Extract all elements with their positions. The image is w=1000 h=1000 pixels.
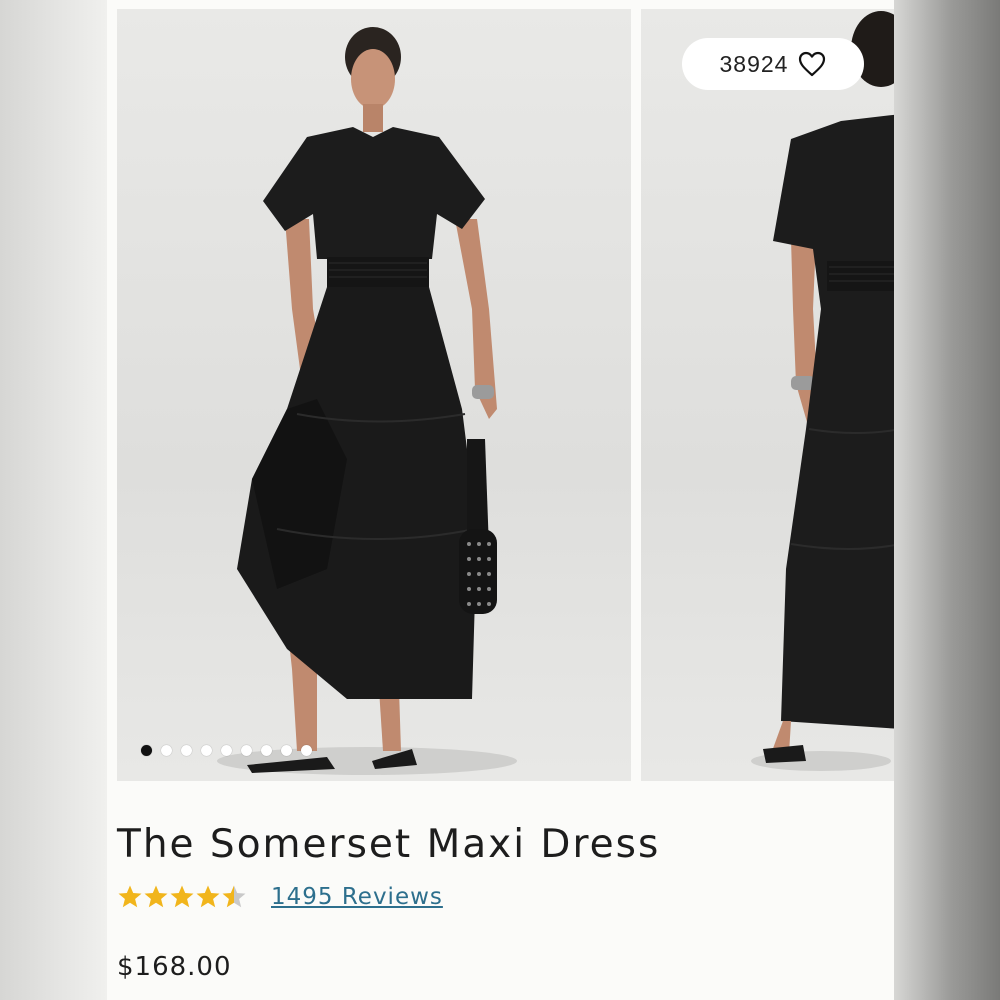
blurred-backdrop-left bbox=[0, 0, 107, 1000]
product-rating: 1495 Reviews bbox=[117, 884, 443, 910]
carousel-dot[interactable] bbox=[301, 745, 312, 756]
star-icon bbox=[118, 885, 142, 908]
model-front-illustration bbox=[217, 27, 517, 775]
product-page: 38924 The Somerset Maxi Dress 1495 Revie… bbox=[107, 0, 894, 1000]
carousel-dot[interactable] bbox=[181, 745, 192, 756]
model-back-illustration bbox=[751, 11, 894, 771]
star-icon bbox=[170, 885, 194, 908]
favorite-count: 38924 bbox=[719, 50, 789, 77]
star-icon bbox=[196, 885, 220, 908]
product-image-front[interactable] bbox=[117, 9, 631, 781]
star-icon bbox=[144, 885, 168, 908]
favorite-button[interactable]: 38924 bbox=[682, 38, 864, 90]
product-image-carousel[interactable]: 38924 bbox=[107, 0, 894, 782]
carousel-pagination[interactable] bbox=[141, 745, 312, 756]
product-image-back[interactable] bbox=[641, 9, 894, 781]
carousel-dot[interactable] bbox=[261, 745, 272, 756]
carousel-dot[interactable] bbox=[221, 745, 232, 756]
reviews-link[interactable]: 1495 Reviews bbox=[271, 884, 443, 910]
product-title: The Somerset Maxi Dress bbox=[117, 822, 661, 867]
heart-outline-icon bbox=[799, 51, 826, 77]
carousel-dot[interactable] bbox=[241, 745, 252, 756]
carousel-dot[interactable] bbox=[281, 745, 292, 756]
carousel-dot[interactable] bbox=[161, 745, 172, 756]
blurred-backdrop-right bbox=[892, 0, 1000, 1000]
carousel-dot[interactable] bbox=[201, 745, 212, 756]
star-rating bbox=[117, 884, 247, 910]
star-icon bbox=[222, 885, 246, 908]
product-price: $168.00 bbox=[117, 952, 232, 982]
carousel-dot[interactable] bbox=[141, 745, 152, 756]
